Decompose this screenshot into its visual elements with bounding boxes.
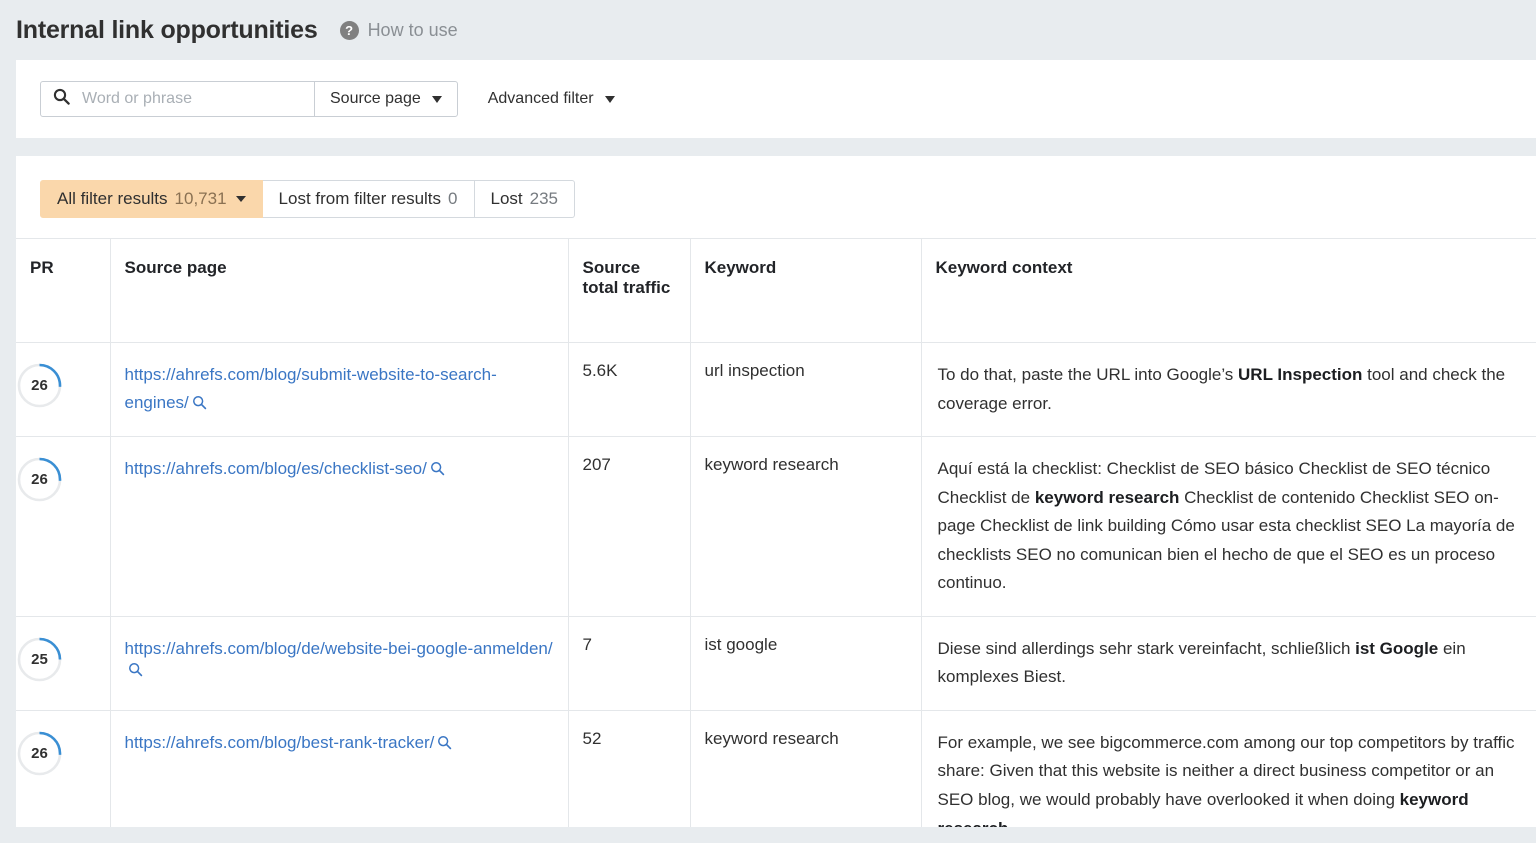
cell-source-total-traffic: 52 [568, 709, 691, 827]
tab-label: Lost from filter results [278, 189, 442, 208]
cell-page-rank: 25 [16, 615, 111, 711]
chevron-down-icon [604, 95, 615, 103]
keyword-context-highlight: URL Inspection [1238, 365, 1363, 384]
cell-page-rank: 26 [16, 709, 111, 827]
page-rank-ring: 26 [16, 730, 63, 777]
advanced-filter-dropdown[interactable]: Advanced filter [488, 90, 615, 108]
search-group: Source page [40, 81, 458, 117]
page-title: Internal link opportunities [16, 15, 318, 44]
filter-results-tabs: All filter results 10,731 Lost from filter… [16, 156, 1536, 218]
keyword-context-highlight: keyword research [1034, 487, 1180, 507]
keyword-context-text: Diese sind allerdings sehr stark vereinf… [937, 638, 1356, 658]
source-page-link[interactable]: https://ahrefs.com/blog/de/website-bei-g… [125, 639, 553, 658]
cell-source-page: https://ahrefs.com/blog/best-rank-tracke… [110, 709, 569, 827]
table-row: 26 https://ahrefs.com/blog/best-rank-trac… [16, 709, 1536, 827]
source-page-link[interactable]: https://ahrefs.com/blog/best-rank-tracke… [125, 733, 435, 752]
cell-keyword: keyword research [690, 709, 922, 827]
cell-keyword-context: For example, we see bigcommerce.com amon… [921, 709, 1536, 827]
column-header-keyword[interactable]: Keyword [690, 238, 922, 343]
column-header-source-total-traffic[interactable]: Source total traffic [568, 238, 691, 343]
search-icon[interactable] [128, 662, 143, 682]
search-icon[interactable] [430, 461, 445, 481]
advanced-filter-label: Advanced filter [487, 90, 594, 107]
table-header: PR Source page Source total traffic Keyw… [16, 238, 1536, 343]
cell-page-rank: 26 [16, 341, 111, 437]
question-mark-circle-icon: ? [339, 20, 359, 40]
table-header-row: PR Source page Source total traffic Keyw… [16, 238, 1536, 343]
chevron-down-icon [235, 196, 246, 202]
table-row: 25 https://ahrefs.com/blog/de/website-bei… [16, 615, 1536, 711]
results-panel: All filter results 10,731 Lost from filter… [16, 156, 1536, 827]
keyword-context-text: . [1008, 819, 1013, 827]
page-rank-ring: 26 [16, 362, 63, 409]
cell-source-page: https://ahrefs.com/blog/es/checklist-seo… [110, 436, 569, 617]
page-rank-value: 26 [31, 744, 48, 762]
source-page-link[interactable]: https://ahrefs.com/blog/submit-website-t… [125, 365, 497, 412]
cell-source-page: https://ahrefs.com/blog/submit-website-t… [110, 341, 569, 437]
internal-link-opportunities-table: PR Source page Source total traffic Keyw… [16, 238, 1536, 827]
chevron-down-icon [431, 95, 442, 103]
cell-keyword: ist google [690, 615, 922, 711]
tab-lost[interactable]: Lost 235 [474, 180, 576, 218]
cell-source-total-traffic: 207 [568, 436, 691, 617]
source-page-link[interactable]: https://ahrefs.com/blog/es/checklist-seo… [125, 459, 427, 478]
page-header: Internal link opportunities ? How to use [0, 0, 1536, 60]
cell-keyword: url inspection [690, 341, 922, 437]
tab-label: Lost [490, 189, 523, 208]
how-to-use-link[interactable]: ? How to use [339, 19, 458, 41]
table-row: 26 https://ahrefs.com/blog/submit-website… [16, 341, 1536, 437]
cell-keyword-context: Aquí está la checklist: Checklist de SEO… [921, 436, 1536, 617]
page-rank-value: 26 [31, 471, 48, 489]
tab-lost-from-filter-results[interactable]: Lost from filter results 0 [262, 180, 475, 218]
cell-keyword: keyword research [690, 436, 922, 617]
tab-count: 10,731 [174, 189, 227, 208]
page-rank-value: 25 [31, 650, 48, 668]
tab-all-filter-results[interactable]: All filter results 10,731 [40, 180, 263, 218]
cell-keyword-context: Diese sind allerdings sehr stark vereinf… [921, 615, 1536, 711]
page-rank-ring: 25 [16, 636, 63, 683]
page-rank-value: 26 [31, 377, 48, 394]
source-page-dropdown-label: Source page [330, 90, 421, 107]
table-body: 26 https://ahrefs.com/blog/submit-website… [16, 341, 1536, 827]
column-header-source-page[interactable]: Source page [110, 238, 569, 343]
cell-keyword-context: To do that, paste the URL into Google’s … [921, 341, 1536, 437]
how-to-use-label: How to use [367, 19, 458, 40]
column-header-keyword-context[interactable]: Keyword context [921, 238, 1536, 343]
tab-label: All filter results [57, 189, 168, 208]
search-icon[interactable] [437, 735, 452, 755]
search-input[interactable] [80, 89, 304, 109]
filter-bar: Source page Advanced filter [16, 60, 1536, 138]
cell-source-page: https://ahrefs.com/blog/de/website-bei-g… [110, 615, 569, 711]
column-header-pr[interactable]: PR [16, 238, 111, 343]
cell-page-rank: 26 [16, 436, 111, 617]
keyword-context-text: To do that, paste the URL into Google’s [937, 365, 1239, 384]
search-icon [53, 88, 70, 110]
cell-source-total-traffic: 5.6K [568, 341, 691, 437]
cell-source-total-traffic: 7 [568, 615, 691, 711]
keyword-context-highlight: ist Google [1355, 638, 1439, 658]
tab-count: 235 [529, 189, 559, 208]
search-icon[interactable] [192, 395, 207, 415]
tab-count: 0 [448, 189, 458, 208]
page-rank-ring: 26 [16, 456, 63, 503]
search-field [41, 82, 314, 116]
source-page-dropdown[interactable]: Source page [314, 82, 457, 116]
table-row: 26 https://ahrefs.com/blog/es/checklist-s… [16, 436, 1536, 617]
